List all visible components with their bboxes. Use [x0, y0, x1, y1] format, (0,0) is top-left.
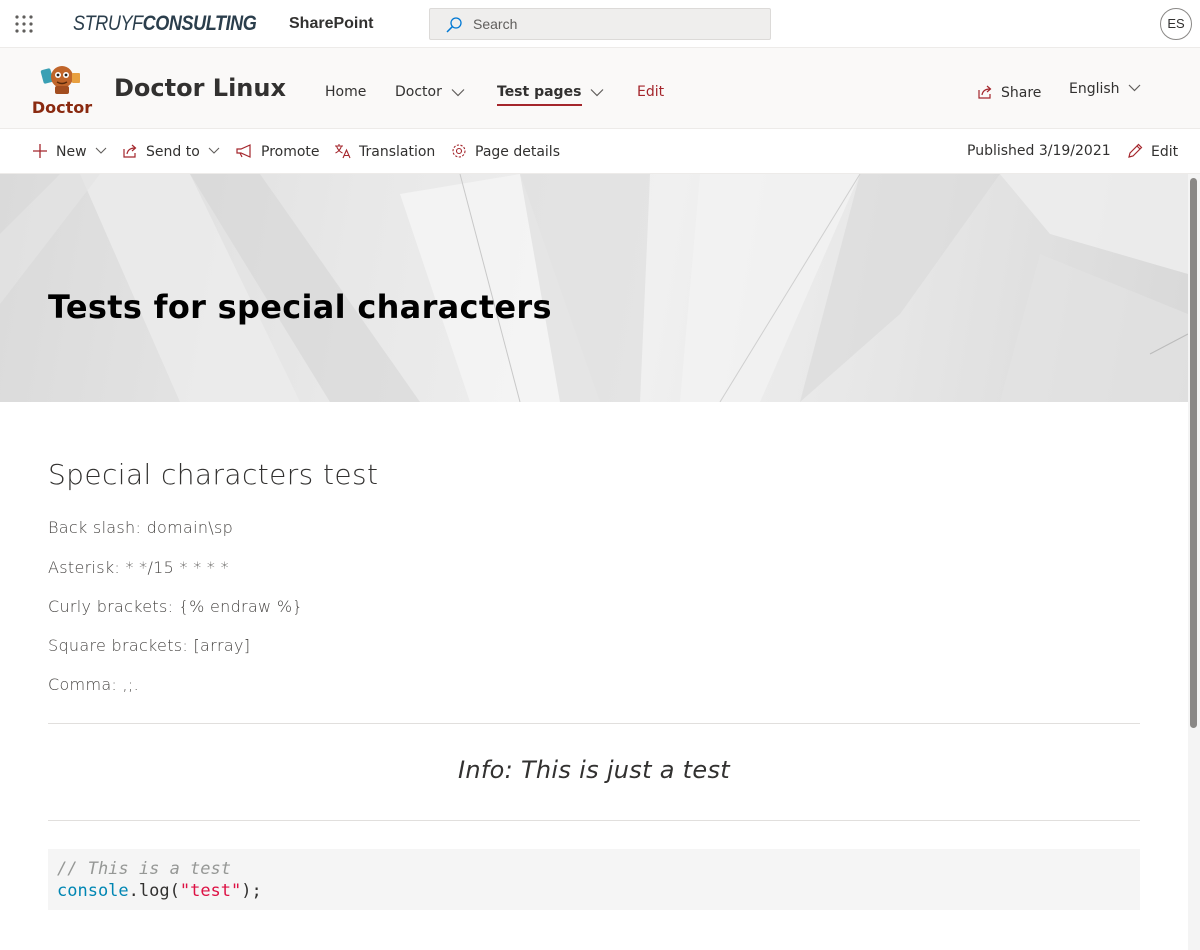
nav-home-label: Home: [325, 84, 367, 100]
send-to-button[interactable]: Send to: [122, 143, 220, 160]
share-button[interactable]: Share: [977, 84, 1041, 101]
share-label: Share: [1001, 85, 1042, 101]
code-object: console: [57, 881, 129, 901]
translation-label: Translation: [359, 144, 436, 160]
brand-logo[interactable]: STRUYFCONSULTING: [73, 12, 257, 36]
nav-test-pages[interactable]: Test pages: [497, 84, 604, 100]
gear-icon: [452, 144, 466, 158]
app-launcher-icon[interactable]: [10, 10, 38, 38]
search-box[interactable]: [429, 8, 771, 40]
page-title: Tests for special characters: [48, 288, 552, 326]
nav-test-pages-label: Test pages: [497, 84, 582, 100]
suite-bar: STRUYFCONSULTING SharePoint ES: [0, 0, 1200, 48]
chevron-down-icon: [95, 147, 106, 154]
language-label: English: [1069, 81, 1120, 97]
translation-button[interactable]: Translation: [334, 143, 435, 160]
hero-banner: Tests for special characters: [0, 174, 1188, 402]
code-string: "test": [179, 881, 242, 901]
edit-label: Edit: [1151, 144, 1179, 160]
chevron-down-icon: [208, 147, 220, 154]
search-input[interactable]: [473, 9, 763, 39]
send-to-label: Send to: [146, 144, 200, 160]
code-snippet: // This is a test console.log("test");: [48, 849, 1140, 910]
text-line-comma: Comma: ,;.: [48, 675, 139, 694]
nav-doctor[interactable]: Doctor: [395, 84, 465, 100]
promote-button[interactable]: Promote: [236, 143, 320, 160]
code-method: .log(: [128, 881, 180, 901]
site-title[interactable]: Doctor Linux: [114, 74, 286, 102]
page-details-button[interactable]: Page details: [451, 143, 560, 160]
text-line-backslash: Back slash: domain\sp: [48, 518, 234, 537]
plus-icon: [33, 144, 47, 158]
text-line-asterisk: Asterisk: * */15 * * * *: [48, 558, 229, 577]
translation-icon: [335, 144, 351, 159]
section-heading: Special characters test: [48, 458, 379, 491]
chevron-down-icon: [590, 88, 604, 96]
code-comment: // This is a test: [57, 859, 231, 879]
nav-edit-link[interactable]: Edit: [637, 84, 664, 100]
new-label: New: [56, 144, 87, 160]
nav-active-indicator: [497, 104, 582, 106]
language-selector[interactable]: English: [1069, 81, 1141, 97]
info-callout: Info: This is just a test: [458, 756, 730, 784]
promote-label: Promote: [261, 144, 320, 160]
search-icon: [446, 17, 462, 33]
nav-doctor-label: Doctor: [395, 84, 442, 100]
nav-home[interactable]: Home: [325, 84, 366, 100]
edit-page-button[interactable]: Edit: [1127, 143, 1178, 160]
site-logo-icon[interactable]: Doctor: [28, 61, 96, 117]
chevron-down-icon: [1128, 84, 1140, 92]
site-header: Doctor Doctor Linux Home Doctor Test pag…: [0, 48, 1200, 129]
megaphone-icon: [236, 144, 251, 158]
chevron-down-icon: [451, 88, 465, 96]
share-icon: [123, 144, 137, 158]
text-line-square-brackets: Square brackets: [array]: [48, 636, 251, 655]
page-details-label: Page details: [475, 144, 560, 160]
site-logo-text: Doctor: [32, 98, 92, 117]
published-status: Published 3/19/2021: [967, 143, 1111, 159]
brand-logo-part1: STRUYF: [73, 12, 143, 35]
user-avatar[interactable]: ES: [1160, 8, 1192, 40]
command-bar: New Send to Promote Translation Page det…: [0, 129, 1200, 174]
text-line-curly-brackets: Curly brackets: {% endraw %}: [48, 597, 303, 616]
sharepoint-link[interactable]: SharePoint: [289, 15, 373, 33]
code-end: );: [241, 881, 262, 901]
divider: [48, 723, 1140, 724]
scrollbar-thumb[interactable]: [1190, 178, 1197, 728]
share-icon: [978, 85, 992, 99]
page-content: Tests for special characters Special cha…: [0, 174, 1200, 950]
new-button[interactable]: New: [32, 143, 107, 160]
brand-logo-part2: CONSULTING: [142, 12, 257, 35]
divider: [48, 820, 1140, 821]
pencil-icon: [1128, 143, 1143, 158]
